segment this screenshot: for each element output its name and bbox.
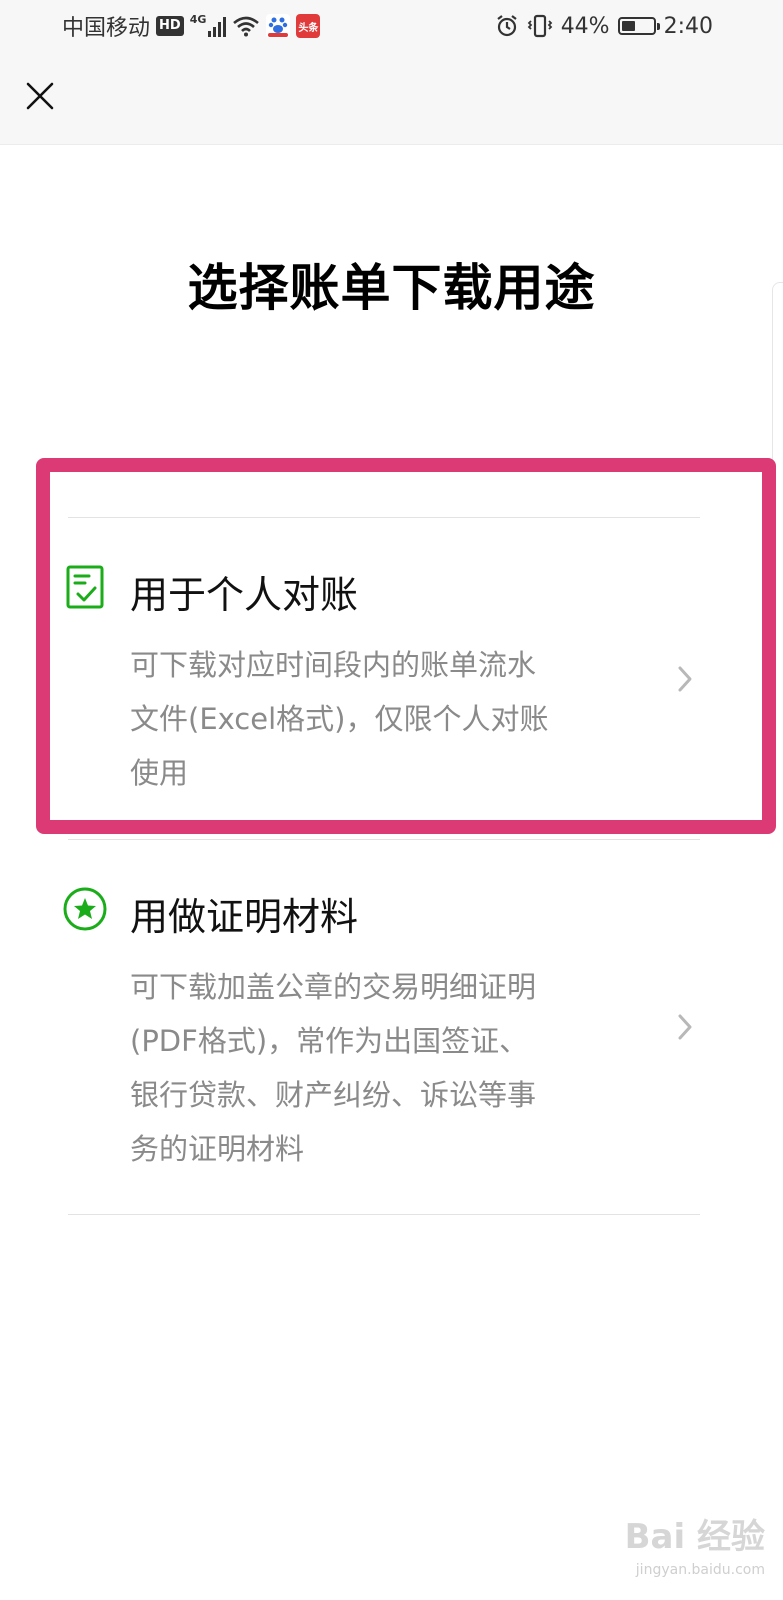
page-title: 选择账单下载用途 (187, 259, 596, 317)
baidu-app-icon (266, 14, 291, 38)
option-title: 用做证明材料 (130, 895, 359, 939)
status-bar: 中国移动 HD 4G 头条 44% 2:40 (0, 0, 783, 52)
nav-bar (0, 52, 783, 145)
wifi-icon (233, 16, 260, 37)
option-title: 用于个人对账 (130, 573, 359, 617)
document-check-icon (62, 564, 108, 610)
description-line: 文件(Excel格式)，仅限个人对账 (130, 702, 549, 736)
screen: 中国移动 HD 4G 头条 44% 2:40 选择账单下载用途 用于个人对账 可… (0, 0, 783, 1600)
close-icon (26, 82, 54, 110)
network-type-label: 4G (189, 12, 207, 26)
description-line: (PDF格式)，常作为出国签证、 (130, 1024, 529, 1058)
status-left: 中国移动 HD 4G 头条 (62, 10, 321, 42)
toutiao-app-icon: 头条 (296, 14, 321, 38)
alarm-icon (497, 15, 517, 37)
chevron-right-icon (678, 666, 692, 692)
watermark-main: Bai 经验 (624, 1517, 765, 1557)
description-line: 银行贷款、财产纠纷、诉讼等事 (130, 1078, 537, 1112)
description-line: 务的证明材料 (130, 1132, 305, 1166)
option-description: 可下载加盖公章的交易明细证明 (PDF格式)，常作为出国签证、 银行贷款、财产纠… (130, 960, 610, 1176)
star-badge-icon (62, 886, 108, 932)
battery-level (621, 21, 635, 31)
signal-icon (208, 15, 227, 37)
hd-icon: HD (156, 16, 184, 36)
option-personal-reconcile[interactable]: 用于个人对账 可下载对应时间段内的账单流水 文件(Excel格式)，仅限个人对账… (0, 518, 783, 838)
description-line: 可下载对应时间段内的账单流水 (130, 648, 537, 682)
status-right: 44% 2:40 (495, 10, 713, 42)
clock: 2:40 (663, 13, 713, 39)
battery-icon (617, 17, 660, 35)
watermark-sub: jingyan.baidu.com (635, 1562, 765, 1578)
option-description: 可下载对应时间段内的账单流水 文件(Excel格式)，仅限个人对账 使用 (130, 638, 610, 800)
option-proof-material[interactable]: 用做证明材料 可下载加盖公章的交易明细证明 (PDF格式)，常作为出国签证、 银… (0, 840, 783, 1214)
battery-percent: 44% (560, 13, 610, 39)
description-line: 可下载加盖公章的交易明细证明 (130, 970, 537, 1004)
chevron-right-icon (678, 1014, 692, 1040)
close-button[interactable] (18, 74, 62, 118)
description-line: 使用 (130, 756, 189, 790)
carrier-label: 中国移动 (62, 16, 151, 41)
watermark-logo: Bai 经验 jingyan.baidu.com (575, 1509, 765, 1578)
vibrate-icon (527, 14, 552, 38)
divider-bottom (68, 1214, 700, 1215)
